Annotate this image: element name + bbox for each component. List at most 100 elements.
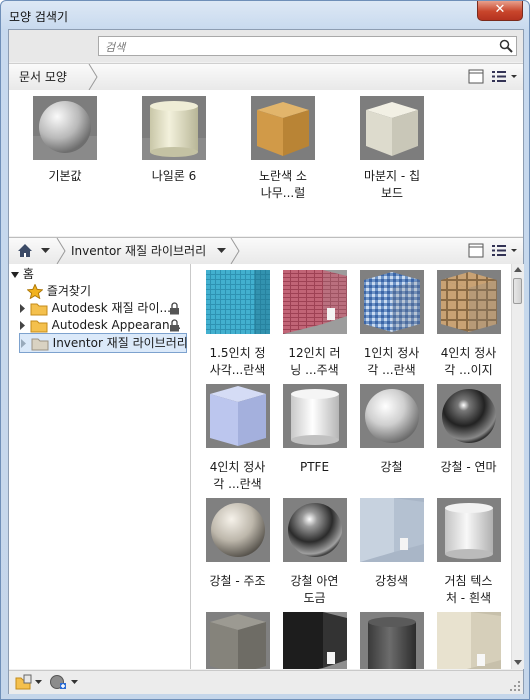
expand-arrow-icon[interactable] — [20, 339, 27, 348]
library-item[interactable]: 강철 아연 도금 — [276, 498, 353, 607]
close-button[interactable]: ✕ — [477, 1, 523, 21]
folder-icon — [30, 303, 48, 315]
tree-item-label: Autodesk Appearan... — [51, 318, 182, 332]
expand-arrow-icon[interactable] — [19, 304, 26, 313]
window-title: 모양 검색기 — [9, 10, 69, 24]
title-bar[interactable]: 모양 검색기 ✕ — [1, 1, 529, 29]
library-item[interactable] — [430, 612, 507, 669]
cylinder-white-swatch — [282, 384, 347, 448]
tree-item-inventor-library[interactable]: Inventor 재질 라이브러리 — [19, 333, 188, 353]
breadcrumb-separator-icon — [230, 238, 240, 264]
cube-board-swatch — [360, 96, 424, 160]
scroll-up-icon[interactable] — [514, 267, 522, 273]
library-item-label: 강철 - 연마 — [440, 460, 497, 474]
expand-arrow-icon[interactable] — [19, 321, 26, 330]
tree-item-autodesk-appearance[interactable]: Autodesk Appearan... — [19, 316, 187, 334]
library-item-label: 1인치 정사 각 ...란색 — [363, 346, 420, 377]
doc-item-label: 나일론 6 — [151, 169, 197, 183]
doc-item[interactable]: 나일론 6 — [130, 96, 218, 185]
tree-item-label: Autodesk 재질 라이... — [51, 301, 171, 315]
doc-item[interactable]: 기본값 — [21, 96, 109, 185]
tree-item-home[interactable]: 홈 — [11, 265, 34, 283]
chevron-down-icon[interactable] — [71, 680, 78, 685]
library-breadcrumb-bar: Inventor 재질 라이브러리 — [9, 237, 523, 265]
corner-cream-swatch — [436, 612, 501, 669]
breadcrumb-document-appearances[interactable]: 문서 모양 — [9, 64, 81, 90]
search-input[interactable] — [103, 38, 497, 56]
library-item-label: 거침 텍스 처 - 흰색 — [444, 574, 493, 605]
sphere-cast-swatch — [205, 498, 270, 562]
library-item[interactable]: 4인치 정사 각 ...란색 — [199, 384, 276, 493]
home-icon[interactable] — [17, 243, 33, 258]
library-items-grid: 1.5인치 정 사각...란색 12인치 러 닝 ...주색 1인치 정사 각 … — [191, 264, 511, 669]
create-appearance-icon[interactable] — [49, 674, 67, 691]
library-item[interactable]: 강철 - 주조 — [199, 498, 276, 590]
library-item[interactable]: 12인치 러 닝 ...주색 — [276, 270, 353, 379]
document-breadcrumb-bar: 문서 모양 — [9, 63, 523, 91]
toggle-panel-icon[interactable] — [468, 69, 484, 84]
tile-blue-swatch — [205, 270, 270, 334]
tree-item-label: Inventor 재질 라이브러리 — [52, 336, 188, 350]
cube-lavender-swatch — [205, 384, 270, 448]
search-icon[interactable] — [499, 39, 513, 53]
search-area — [9, 30, 523, 62]
folder-icon — [30, 320, 48, 332]
doc-item[interactable]: 노란색 소 나무...럴 — [239, 96, 327, 202]
library-item-label: 강철 — [380, 460, 403, 474]
view-options-icon[interactable] — [491, 243, 519, 258]
appearance-browser-window: 모양 검색기 ✕ 문서 모양 — [0, 0, 530, 700]
cylinder-dark-swatch — [359, 612, 424, 669]
sphere-steel-swatch — [359, 384, 424, 448]
open-library-icon[interactable] — [15, 674, 33, 690]
sphere-gray-swatch — [33, 96, 97, 160]
cylinder-rough-swatch — [436, 498, 501, 562]
doc-item[interactable]: 마분지 - 칩 보드 — [348, 96, 436, 202]
library-item[interactable]: PTFE — [276, 384, 353, 476]
library-item-label: 강철 - 주조 — [209, 574, 266, 588]
toggle-panel-icon[interactable] — [468, 243, 484, 258]
search-box[interactable] — [98, 36, 517, 56]
tree-item-autodesk-material[interactable]: Autodesk 재질 라이... — [19, 299, 187, 317]
library-item[interactable]: 강청색 — [353, 498, 430, 590]
tree-item-favorites[interactable]: 즐겨찾기 — [26, 282, 91, 300]
chevron-down-icon[interactable] — [41, 248, 50, 254]
client-area: 문서 모양 기본값 — [8, 29, 524, 694]
library-item[interactable]: 거침 텍스 처 - 흰색 — [430, 498, 507, 607]
library-item[interactable] — [276, 612, 353, 669]
library-item-label: PTFE — [299, 460, 330, 474]
bottom-toolbar — [9, 670, 523, 694]
scrollbar-thumb[interactable] — [513, 278, 522, 304]
collapse-arrow-icon[interactable] — [11, 271, 19, 279]
breadcrumb-inventor-library[interactable]: Inventor 재질 라이브러리 — [61, 238, 220, 264]
library-item[interactable] — [353, 612, 430, 669]
chevron-down-icon[interactable] — [35, 680, 42, 685]
library-item[interactable]: 강철 - 연마 — [430, 384, 507, 476]
view-options-icon[interactable] — [491, 69, 519, 84]
star-icon — [26, 283, 44, 300]
library-item-label: 4인치 정사 각 ...란색 — [209, 460, 266, 491]
doc-item-label: 노란색 소 나무...럴 — [259, 169, 307, 200]
lock-icon — [170, 302, 179, 315]
resize-grip-icon[interactable] — [510, 681, 521, 692]
vertical-scrollbar[interactable] — [511, 264, 524, 669]
library-item[interactable]: 4인치 정사 각 ...이지 — [430, 270, 507, 379]
library-item[interactable] — [199, 612, 276, 669]
library-tree: 홈 즐겨찾기 Autodesk 재질 라이... Autodesk Appear… — [9, 264, 191, 669]
cube-concrete-swatch — [205, 612, 270, 669]
tile-red-swatch — [282, 270, 347, 334]
cylinder-cream-swatch — [142, 96, 206, 160]
library-item-label: 강청색 — [374, 574, 409, 588]
document-appearances-panel: 기본값 나일론 6 노란색 소 나무...럴 마분지 - 칩 보드 — [9, 90, 523, 236]
scroll-down-icon[interactable] — [514, 660, 522, 666]
tree-item-label: 즐겨찾기 — [46, 284, 91, 298]
library-item[interactable]: 1.5인치 정 사각...란색 — [199, 270, 276, 379]
folder-icon — [31, 338, 49, 350]
sphere-galv-swatch — [282, 498, 347, 562]
tile-mixblue-swatch — [359, 270, 424, 334]
sphere-chrome-swatch — [436, 384, 501, 448]
library-item[interactable]: 1인치 정사 각 ...란색 — [353, 270, 430, 379]
cube-pine-swatch — [251, 96, 315, 160]
library-item-label: 1.5인치 정 사각...란색 — [209, 346, 266, 377]
library-item[interactable]: 강철 — [353, 384, 430, 476]
chevron-down-icon[interactable] — [217, 248, 226, 254]
